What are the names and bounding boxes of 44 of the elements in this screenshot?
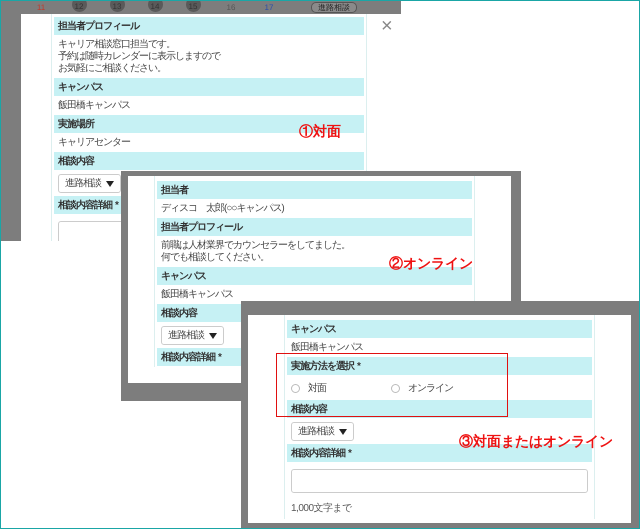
section-text: お気軽にご相談ください。	[58, 63, 166, 75]
caret-icon	[106, 180, 114, 186]
radio-option[interactable]: 対面	[291, 380, 391, 396]
category-select[interactable]: 進路相談	[58, 174, 121, 193]
section-header: 相談内容	[161, 306, 197, 320]
section-header: 相談内容	[58, 154, 94, 168]
radio-option[interactable]: オンライン	[391, 380, 491, 396]
section-header: キャンパス	[58, 80, 103, 94]
section-text: ディスコ 太郎(○○キャンパス)	[161, 203, 284, 215]
section-header: 実施場所	[58, 117, 94, 132]
category-select[interactable]: 進路相談	[161, 326, 224, 345]
section-text: 予約は随時カレンダーに表示しますので	[58, 51, 220, 62]
section-text: 飯田橋キャンパス	[161, 289, 233, 301]
caret-icon	[339, 428, 347, 434]
section-text: キャリア相談窓口担当です。	[58, 39, 175, 50]
section-header: 相談内容詳細	[161, 350, 215, 364]
section-header: 相談内容詳細	[291, 446, 345, 460]
section-header: 実施方法を選択	[291, 359, 354, 374]
section-header: 担当者	[161, 184, 188, 198]
section-header: キャンパス	[291, 322, 336, 336]
required-mark: *	[357, 360, 361, 374]
section-header: 担当者プロフィール	[58, 19, 139, 34]
section-text: キャリアセンター	[58, 137, 130, 149]
section-header: 相談内容詳細	[58, 198, 112, 212]
character-limit-note: 1,000文字まで	[291, 503, 352, 514]
section-text: 前職は人材業界でカウンセラーをしてました。	[161, 240, 350, 252]
consult-button[interactable]: 進路相談	[311, 2, 357, 13]
section-text: 何でも相談してください。	[161, 252, 269, 264]
section-header: キャンパス	[161, 270, 206, 284]
caret-icon	[209, 332, 217, 338]
category-select[interactable]: 進路相談	[291, 422, 354, 441]
calendar-day[interactable]: 17	[250, 1, 288, 12]
section-header: 担当者プロフィール	[161, 220, 242, 234]
detail-textarea[interactable]	[291, 469, 588, 493]
section-text: 飯田橋キャンパス	[58, 100, 130, 112]
annotation-label: ①対面	[299, 122, 341, 141]
annotation-label: ②オンライン	[389, 254, 473, 273]
section-header: 相談内容	[291, 402, 327, 416]
required-mark: *	[218, 350, 222, 364]
required-mark: *	[348, 446, 352, 460]
required-mark: *	[115, 198, 119, 212]
section-text: 飯田橋キャンパス	[291, 342, 363, 354]
annotation-label: ③対面またはオンライン	[459, 432, 613, 451]
close-button[interactable]: ×	[381, 16, 393, 36]
